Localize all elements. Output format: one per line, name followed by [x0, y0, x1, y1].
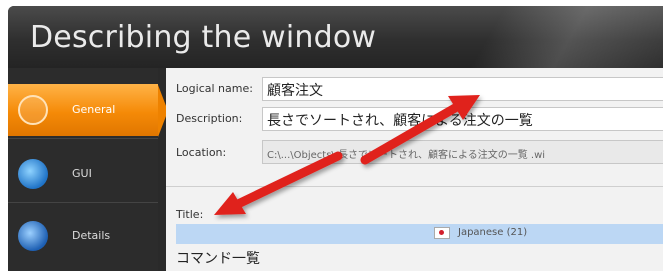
gui-icon [18, 159, 48, 189]
japan-flag-icon [434, 227, 450, 239]
logical-name-label: Logical name: [176, 82, 253, 95]
sidebar-divider [8, 202, 158, 203]
sidebar-item-label: GUI [72, 167, 92, 180]
sidebar-item-label: Details [72, 229, 111, 242]
header-shine [423, 6, 663, 68]
language-label: Japanese (21) [458, 227, 528, 238]
title-label: Title: [176, 208, 204, 221]
sidebar-item-label: General [72, 103, 116, 116]
details-icon [18, 221, 48, 251]
language-row[interactable]: Japanese (21) [176, 224, 663, 244]
sidebar: General GUI Details [8, 68, 158, 271]
window-title: Describing the window [30, 20, 377, 55]
general-panel: Logical name: 顧客注文 Description: 長さでソートされ… [166, 68, 663, 271]
logical-name-field[interactable]: 顧客注文 [262, 77, 663, 101]
title-value[interactable]: コマンド一覧 [176, 248, 260, 268]
sidebar-item-general[interactable]: General [8, 84, 158, 136]
description-label: Description: [176, 112, 243, 125]
logical-name-value: 顧客注文 [267, 83, 323, 99]
sidebar-item-gui[interactable]: GUI [8, 148, 158, 200]
location-value: C:\...\Objects\ 長さでソートされ、顧客による注文の一覧 .wi [267, 150, 546, 161]
window-header: Describing the window [8, 6, 663, 68]
location-field[interactable]: C:\...\Objects\ 長さでソートされ、顧客による注文の一覧 .wi [262, 140, 663, 164]
description-field[interactable]: 長さでソートされ、顧客による注文の一覧 [262, 107, 663, 131]
sidebar-divider [8, 138, 158, 139]
description-value: 長さでソートされ、顧客による注文の一覧 [267, 113, 533, 129]
general-icon [18, 95, 48, 125]
sidebar-item-details[interactable]: Details [8, 210, 158, 262]
app-window: Describing the window General GUI Detail… [8, 6, 663, 271]
location-label: Location: [176, 146, 227, 159]
